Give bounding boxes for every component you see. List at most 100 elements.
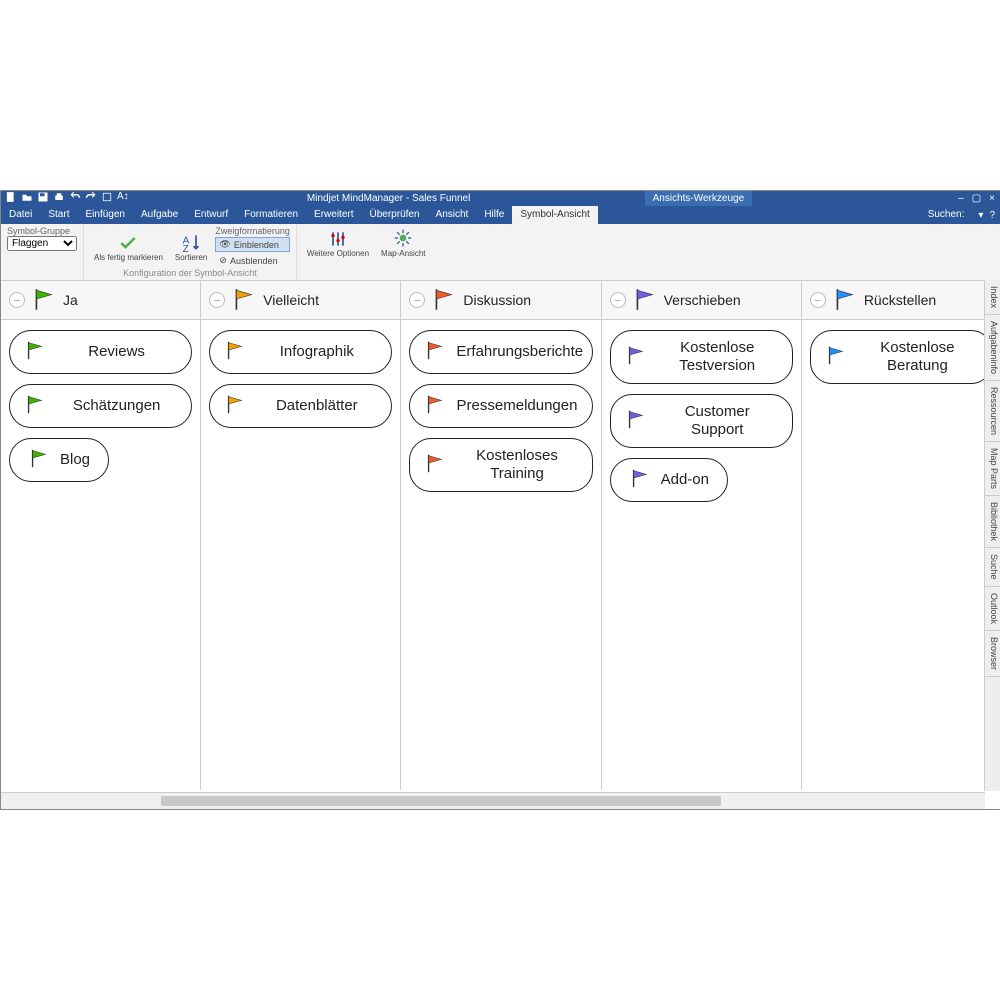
lane-column: Infographik Datenblätter — [201, 320, 401, 790]
flag-icon — [224, 339, 246, 365]
flag-icon — [424, 452, 446, 478]
tab-ueberpruefen[interactable]: Überprüfen — [362, 206, 428, 224]
sliders-icon — [328, 229, 348, 249]
open-icon[interactable] — [21, 191, 33, 206]
lane-column: Kostenlose Beratung — [802, 320, 1000, 790]
lanes-header: –Ja–Vielleicht–Diskussion–Verschieben–Rü… — [1, 281, 1000, 320]
card[interactable]: Reviews — [9, 330, 192, 374]
branch-format-label: Zweigformatierung — [215, 226, 290, 236]
maximize-icon[interactable]: ▢ — [972, 193, 981, 204]
lane-column: Erfahrungsberichte Pressemeldungen Kostenl… — [401, 320, 601, 790]
check-icon — [118, 233, 138, 253]
card[interactable]: Kostenlose Beratung — [810, 330, 993, 384]
redo-icon[interactable] — [85, 191, 97, 206]
ribbon: Symbol-Gruppe Flaggen Als fertig markier… — [1, 224, 1000, 281]
tab-datei[interactable]: Datei — [1, 206, 40, 224]
sidepanel-tab[interactable]: Aufgabeninfo — [985, 315, 1000, 381]
flag-icon — [632, 286, 658, 315]
mark-done-button[interactable]: Als fertig markieren — [90, 231, 167, 264]
collapse-icon[interactable]: – — [810, 292, 826, 308]
card[interactable]: Add-on — [610, 458, 728, 502]
ribbon-tabs: Datei Start Einfügen Aufgabe Entwurf For… — [1, 206, 1000, 224]
card-label: Blog — [60, 451, 90, 469]
font-icon[interactable]: A↕ — [117, 191, 129, 206]
horizontal-scrollbar[interactable] — [1, 792, 985, 809]
lane-title: Vielleicht — [263, 292, 319, 308]
lane-title: Ja — [63, 292, 78, 308]
card-label: Kostenloses Training — [456, 447, 577, 483]
sort-button[interactable]: AZ Sortieren — [171, 230, 211, 264]
tab-start[interactable]: Start — [40, 206, 77, 224]
sidepanel-tab[interactable]: Outlook — [985, 587, 1000, 631]
collapse-icon[interactable]: – — [209, 292, 225, 308]
card[interactable]: Erfahrungsberichte — [409, 330, 592, 374]
help-icon[interactable]: ? — [989, 210, 995, 221]
card-label: Infographik — [256, 343, 377, 361]
qa-icon[interactable] — [101, 191, 113, 206]
flag-icon — [625, 344, 647, 370]
lane-title: Rückstellen — [864, 292, 936, 308]
sidepanel-tab[interactable]: Bibliothek — [985, 496, 1000, 548]
card[interactable]: Schätzungen — [9, 384, 192, 428]
side-panel-tabs: IndexAufgabeninfoRessourcenMap PartsBibl… — [984, 280, 1000, 791]
show-button[interactable]: 👁Einblenden — [215, 237, 290, 252]
tab-symbol-ansicht[interactable]: Symbol-Ansicht — [512, 206, 597, 224]
hide-button[interactable]: ⊘Ausblenden — [215, 253, 290, 268]
lane-header: – Rückstellen — [802, 281, 1000, 319]
close-icon[interactable]: × — [989, 193, 995, 204]
card[interactable]: Pressemeldungen — [409, 384, 592, 428]
card-label: Pressemeldungen — [456, 397, 577, 415]
sidepanel-tab[interactable]: Suche — [985, 548, 1000, 587]
card[interactable]: Datenblätter — [209, 384, 392, 428]
map-view-button[interactable]: Map-Ansicht — [377, 226, 429, 260]
card[interactable]: Kostenlose Testversion — [610, 330, 793, 384]
tab-erweitert[interactable]: Erweitert — [306, 206, 361, 224]
lane-title: Diskussion — [463, 292, 531, 308]
sidepanel-tab[interactable]: Browser — [985, 631, 1000, 677]
flag-icon — [31, 286, 57, 315]
tab-entwurf[interactable]: Entwurf — [186, 206, 236, 224]
card[interactable]: Kostenloses Training — [409, 438, 592, 492]
tab-aufgabe[interactable]: Aufgabe — [133, 206, 186, 224]
map-icon — [393, 228, 413, 248]
tab-ansicht[interactable]: Ansicht — [428, 206, 477, 224]
lane-column: Kostenlose Testversion Customer Support Ad… — [602, 320, 802, 790]
card-label: Kostenlose Testversion — [657, 339, 778, 375]
undo-icon[interactable] — [69, 191, 81, 206]
save-icon[interactable] — [37, 191, 49, 206]
card-label: Schätzungen — [56, 397, 177, 415]
print-icon[interactable] — [53, 191, 65, 206]
lane-header: – Ja — [1, 281, 201, 319]
new-doc-icon[interactable] — [5, 191, 17, 206]
card[interactable]: Blog — [9, 438, 109, 482]
quick-access-toolbar: A↕ — [1, 191, 133, 206]
tab-hilfe[interactable]: Hilfe — [476, 206, 512, 224]
more-options-button[interactable]: Weitere Optionen — [303, 227, 373, 260]
collapse-icon[interactable]: – — [9, 292, 25, 308]
symbol-group-select[interactable]: Flaggen — [7, 236, 77, 251]
flag-icon — [431, 286, 457, 315]
sidepanel-tab[interactable]: Ressourcen — [985, 381, 1000, 442]
search-label[interactable]: Suchen: — [920, 206, 973, 224]
ribbon-collapse-icon[interactable]: ▾ — [978, 210, 983, 221]
card[interactable]: Customer Support — [610, 394, 793, 448]
config-group-label: Konfiguration der Symbol-Ansicht — [90, 268, 290, 278]
scroll-thumb[interactable] — [161, 796, 721, 806]
collapse-icon[interactable]: – — [409, 292, 425, 308]
flag-icon — [24, 393, 46, 419]
lane-header: – Diskussion — [401, 281, 601, 319]
ribbon-group-config: Als fertig markieren AZ Sortieren Zweigf… — [84, 224, 297, 280]
collapse-icon[interactable]: – — [610, 292, 626, 308]
sidepanel-tab[interactable]: Index — [985, 280, 1000, 315]
card[interactable]: Infographik — [209, 330, 392, 374]
minimize-icon[interactable]: – — [958, 193, 964, 204]
card-label: Erfahrungsberichte — [456, 343, 583, 361]
sort-icon: AZ — [181, 232, 201, 252]
flag-icon — [625, 408, 647, 434]
flag-icon — [24, 339, 46, 365]
tab-formatieren[interactable]: Formatieren — [236, 206, 306, 224]
scroll-track[interactable] — [1, 794, 985, 808]
window-controls: – ▢ × — [952, 193, 1000, 204]
sidepanel-tab[interactable]: Map Parts — [985, 442, 1000, 496]
tab-einfuegen[interactable]: Einfügen — [77, 206, 132, 224]
